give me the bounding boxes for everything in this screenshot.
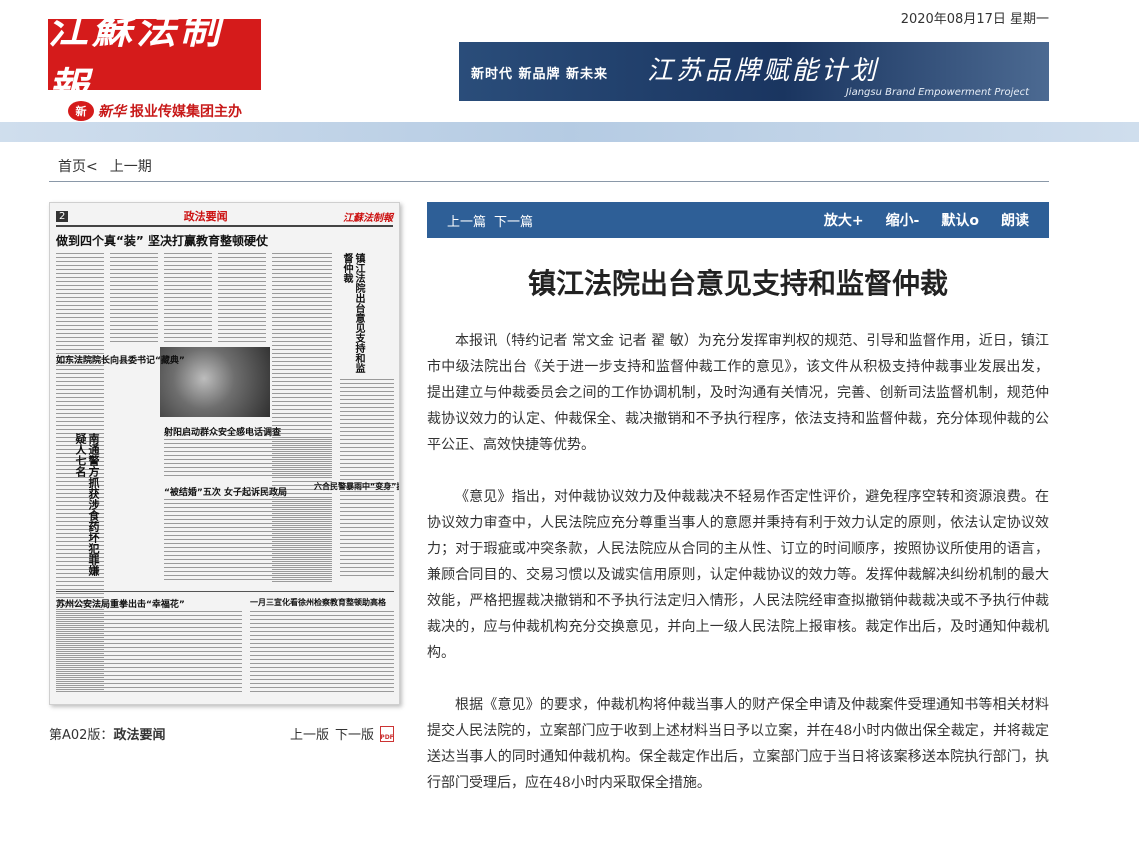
default-size-button[interactable]: 默认o — [941, 210, 979, 230]
paper-left-headline[interactable]: 南通警方抓获涉食药坏犯罪嫌疑人七名 — [74, 433, 100, 583]
banner-subtitle: Jiangsu Brand Empowerment Project — [845, 87, 1029, 98]
paper-column — [164, 499, 332, 583]
sponsor-logo-icon: 新 — [68, 101, 94, 121]
article-pager: 上一篇 下一篇 — [447, 211, 533, 230]
site-logo[interactable]: 江蘇法制報 — [48, 6, 261, 111]
page-caption-section: 政法要闻 — [113, 728, 166, 743]
zoom-out-button[interactable]: 缩小- — [886, 210, 920, 230]
paper-column — [340, 379, 394, 579]
sponsor-line: 新 新华 报业传媒集团主办 — [68, 101, 242, 121]
banner-title: 江苏品牌赋能计划 — [647, 56, 880, 86]
prev-issue-link[interactable]: 上一期 — [110, 156, 152, 176]
pdf-icon[interactable]: PDF — [380, 725, 395, 742]
prev-article-link[interactable]: 上一篇 — [447, 211, 486, 230]
sponsor-text: 报业传媒集团主办 — [130, 104, 242, 120]
paper-column — [218, 253, 266, 343]
paper-column — [110, 253, 158, 343]
breadcrumb: 首页< 上一期 — [49, 150, 1049, 182]
article-paragraph: 本报讯（特约记者 常文金 记者 翟 敏）为充分发挥审判权的规范、引导和监督作用，… — [427, 333, 1049, 453]
site-logo-text: 江蘇法制報 — [48, 5, 224, 111]
page-navigation: 上一版 下一版 PDF — [290, 724, 395, 743]
next-article-link[interactable]: 下一篇 — [494, 211, 533, 230]
read-aloud-button[interactable]: 朗读 — [1001, 210, 1029, 230]
prev-page-link[interactable]: 上一版 — [290, 724, 329, 743]
newspaper-page-thumbnail[interactable]: 2 政法要闻 江蘇法制報 做到四个真“装” 坚决打赢教育整顿硬仗 镇江法院出台意… — [49, 202, 400, 705]
article-title: 镇江法院出台意见支持和监督仲裁 — [527, 267, 948, 300]
paper-column — [164, 253, 212, 343]
zoom-in-button[interactable]: 放大+ — [824, 210, 864, 230]
paper-sub-headline[interactable]: 六合民警暴雨中“变身”搬运工 — [314, 481, 399, 492]
header-stripe — [0, 122, 1139, 142]
pdf-icon-label: PDF — [380, 733, 394, 741]
sponsor-brand: 新华 — [98, 104, 126, 120]
current-date: 2020年08月17日 星期一 — [900, 12, 1049, 27]
paper-column — [56, 611, 242, 693]
paper-body: 镇江法院出台意见支持和监督仲裁 南通警方抓获涉食药坏犯罪嫌疑人七名 如东法院院长… — [56, 253, 399, 693]
page-caption: 第A02版：政法要闻 — [49, 724, 165, 743]
page-caption-prefix: 第A02版： — [49, 728, 114, 743]
site-header: 江蘇法制報 新 新华 报业传媒集团主办 2020年08月17日 星期一 新时代 … — [0, 0, 1139, 122]
article-body: 本报讯（特约记者 常文金 记者 翟 敏）为充分发挥审判权的规范、引导和监督作用，… — [427, 328, 1049, 822]
next-page-link[interactable]: 下一版 — [335, 724, 374, 743]
paper-column — [250, 611, 394, 693]
article-toolbar: 上一篇 下一篇 放大+ 缩小- 默认o 朗读 — [427, 202, 1049, 238]
paper-sub-headline[interactable]: 如东法院院长向县委书记“藏典” — [56, 353, 185, 366]
paper-sub-headline[interactable]: 射阳启动群众安全感电话调查 — [164, 425, 281, 438]
banner-slogan: 新时代 新品牌 新未来 — [471, 67, 609, 82]
article-paragraph: 根据《意见》的要求，仲裁机构将仲裁当事人的财产保全申请及仲裁案件受理通知书等相关… — [427, 697, 1049, 791]
paper-column — [164, 439, 332, 479]
paper-divider — [56, 591, 394, 592]
paper-logo: 江蘇法制報 — [343, 212, 393, 224]
paper-side-headline[interactable]: 镇江法院出台意见支持和监督仲裁 — [340, 253, 364, 373]
paper-masthead: 2 政法要闻 江蘇法制報 — [56, 209, 393, 227]
paper-page-number: 2 — [56, 210, 69, 222]
paper-sub-headline[interactable]: “被结婚”五次 女子起诉民政局 — [164, 485, 287, 498]
article-paragraph: 《意见》指出，对仲裁协议效力及仲裁裁决不轻易作否定性评价，避免程序空转和资源浪费… — [427, 489, 1049, 661]
brand-banner[interactable]: 新时代 新品牌 新未来 江苏品牌赋能计划 Jiangsu Brand Empow… — [459, 42, 1049, 101]
paper-sub-headline[interactable]: 一月三宣化看徐州检察教育整顿助高格 — [250, 597, 386, 608]
paper-headline[interactable]: 做到四个真“装” 坚决打赢教育整顿硬仗 — [56, 232, 393, 249]
paper-section-title: 政法要闻 — [183, 210, 228, 223]
home-link[interactable]: 首页< — [58, 156, 98, 176]
paper-sub-headline[interactable]: 苏州公安法局重拳出击“幸福花” — [56, 597, 185, 610]
article-tools: 放大+ 缩小- 默认o 朗读 — [824, 210, 1049, 230]
